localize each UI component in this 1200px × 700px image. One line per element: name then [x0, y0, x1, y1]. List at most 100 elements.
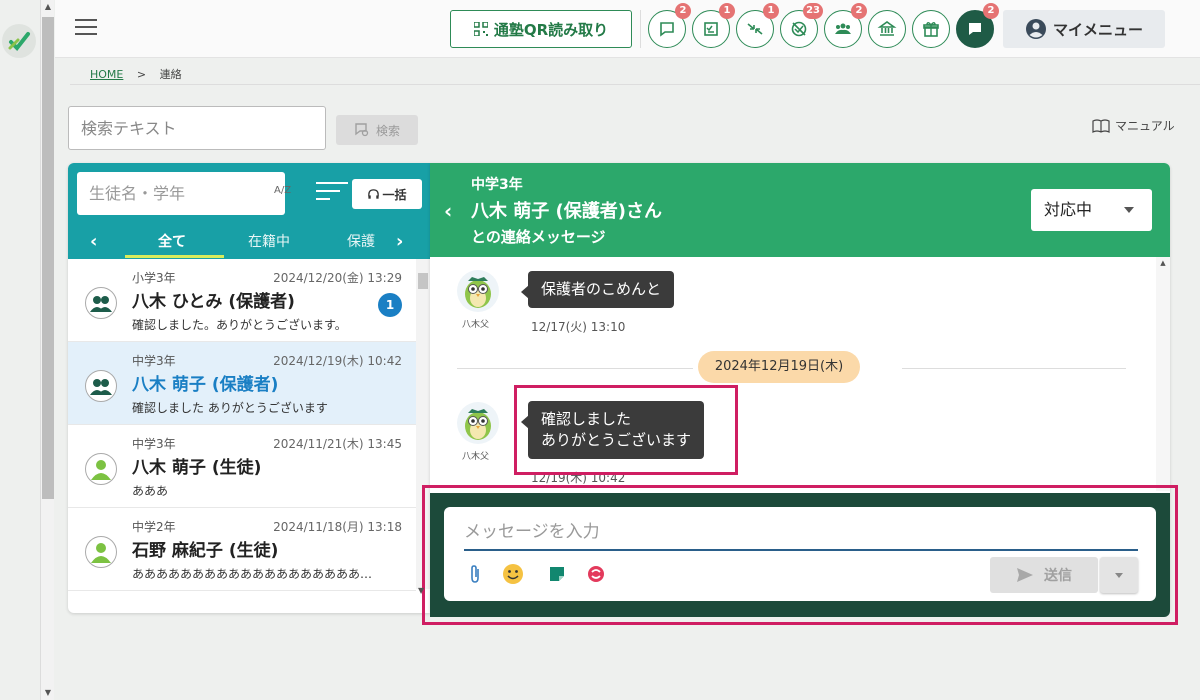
bulk-message-button[interactable]: 一括: [352, 179, 422, 209]
headset-icon: [368, 188, 380, 199]
contact-list: 小学3年 2024/12/20(金) 13:29 八木 ひとみ (保護者) 確認…: [68, 259, 416, 613]
status-dropdown[interactable]: 対応中: [1031, 189, 1152, 231]
contact-item[interactable]: 小学3年 2024/12/20(金) 13:29 八木 ひとみ (保護者) 確認…: [68, 259, 416, 342]
message-bubble: 保護者のこめんと: [520, 271, 675, 308]
scroll-up-icon[interactable]: ▲: [1156, 259, 1170, 267]
notification-badge: 2: [851, 3, 867, 19]
contact-grade: 小学3年: [132, 271, 176, 285]
my-menu-label: マイメニュー: [1052, 20, 1143, 39]
contact-preview: 確認しました。ありがとうございます。: [132, 318, 347, 332]
notification-badge: 1: [719, 3, 735, 19]
highlight-frame: [514, 385, 738, 475]
resize-caret-icon: ▼: [418, 586, 425, 595]
contact-list-panel: A/Z 一括 ‹ 全て 在籍中 保護 › 小学3年 2024/12/20(金) …: [68, 163, 430, 613]
contact-grade: 中学3年: [132, 354, 176, 368]
thread-scrollbar[interactable]: ▲: [1156, 257, 1170, 491]
app-logo-icon[interactable]: [2, 24, 36, 58]
contact-list-header: A/Z 一括 ‹ 全て 在籍中 保護 ›: [68, 163, 430, 259]
contact-grade: 中学2年: [132, 520, 176, 534]
breadcrumb-separator: >: [136, 68, 147, 81]
notification-badge: 23: [803, 3, 823, 19]
breadcrumb-current: 連絡: [159, 68, 182, 81]
sort-lines-icon[interactable]: [316, 182, 348, 204]
group-icon[interactable]: 2: [824, 3, 867, 48]
day-divider-line: [457, 368, 693, 369]
contact-name: 石野 麻紀子 (生徒): [132, 541, 279, 561]
contact-preview: あああああああああああああああああああ…: [132, 567, 373, 581]
tab-enrolled[interactable]: 在籍中: [248, 231, 290, 251]
conversation-grade: 中学3年: [471, 177, 523, 193]
student-avatar-icon: [85, 536, 117, 568]
top-header: 通塾QR読み取り 2 1 1 23 2 2 マイメニュー: [55, 0, 1200, 58]
unread-badge: 1: [378, 293, 402, 317]
tab-all[interactable]: 全て: [158, 231, 186, 251]
search-chat-icon: [355, 123, 369, 137]
qr-code-icon: [473, 22, 488, 36]
gift-icon[interactable]: [912, 10, 950, 48]
guardian-avatar-icon: [85, 287, 117, 319]
notification-badge: 1: [763, 3, 779, 19]
contact-grade: 中学3年: [132, 437, 176, 451]
checklist-icon[interactable]: 1: [692, 3, 735, 48]
day-divider-pill: 2024年12月19日(木): [698, 351, 860, 383]
qr-scan-button[interactable]: 通塾QR読み取り: [450, 10, 632, 48]
book-icon: [1092, 118, 1110, 133]
bulk-label: 一括: [382, 187, 407, 202]
day-divider-line: [902, 368, 1126, 369]
account-circle-icon: [1025, 19, 1046, 39]
page-scroll-thumb[interactable]: [42, 17, 54, 499]
search-button-label: 検索: [375, 123, 400, 138]
hamburger-menu-icon[interactable]: [75, 19, 97, 37]
contact-name: 八木 萌子 (保護者): [132, 375, 279, 395]
page-scrollbar[interactable]: ▲ ▼: [40, 0, 54, 700]
tab-next-icon[interactable]: ›: [396, 231, 403, 252]
filter-tabs: ‹ 全て 在籍中 保護 ›: [68, 225, 430, 259]
breadcrumb-home-link[interactable]: HOME: [90, 68, 123, 81]
app-rail: [0, 0, 40, 700]
az-sort-icon[interactable]: A/Z: [274, 185, 291, 196]
contact-date: 2024/12/20(金) 13:29: [273, 271, 402, 285]
owl-avatar-icon: [457, 270, 499, 312]
student-search-input[interactable]: [77, 172, 285, 215]
message-timestamp: 12/17(火) 13:10: [531, 320, 626, 334]
contact-list-scroll-thumb[interactable]: [418, 273, 428, 289]
scroll-up-icon[interactable]: ▲: [41, 0, 55, 14]
notification-badge: 2: [675, 3, 691, 19]
qr-scan-label: 通塾QR読み取り: [493, 20, 609, 39]
sender-label: 八木父: [462, 452, 490, 462]
contact-item[interactable]: 中学3年 2024/11/21(木) 13:45 八木 萌子 (生徒) あああ: [68, 425, 416, 508]
back-chevron-icon[interactable]: ‹: [444, 199, 452, 223]
conversation-header: ‹ 中学3年 八木 萌子 (保護者)さん との連絡メッセージ 対応中: [430, 163, 1170, 257]
header-divider: [640, 10, 641, 48]
owl-avatar-icon: [457, 402, 499, 444]
my-menu-button[interactable]: マイメニュー: [1003, 10, 1165, 48]
contact-preview: 確認しました ありがとうございます: [132, 401, 328, 415]
status-value: 対応中: [1044, 200, 1093, 219]
chat-bubble-icon[interactable]: 2: [648, 3, 691, 48]
contact-date: 2024/11/21(木) 13:45: [273, 437, 402, 451]
student-avatar-icon: [85, 453, 117, 485]
search-button[interactable]: 検索: [336, 115, 418, 145]
contact-name: 八木 萌子 (生徒): [132, 458, 262, 478]
tab-guardian[interactable]: 保護: [347, 231, 375, 251]
no-attendance-icon[interactable]: 23: [780, 3, 823, 48]
chevron-down-icon: [1124, 207, 1134, 213]
contact-item[interactable]: 中学2年 2024/11/18(月) 13:18 石野 麻紀子 (生徒) あああ…: [68, 508, 416, 591]
sender-label: 八木父: [462, 320, 490, 330]
guardian-avatar-icon: [85, 370, 117, 402]
notification-badge: 2: [983, 3, 999, 19]
highlight-frame: [422, 485, 1178, 625]
contact-item-selected[interactable]: 中学3年 2024/12/19(木) 10:42 八木 萌子 (保護者) 確認し…: [68, 342, 416, 425]
contact-date: 2024/11/18(月) 13:18: [273, 520, 402, 534]
search-input[interactable]: [68, 106, 326, 150]
scroll-down-icon[interactable]: ▼: [41, 686, 55, 700]
message-icon[interactable]: 2: [956, 3, 999, 48]
contact-preview: あああ: [132, 484, 169, 498]
conversation-subtitle: との連絡メッセージ: [471, 228, 606, 246]
merge-arrows-icon[interactable]: 1: [736, 3, 779, 48]
breadcrumb-divider: [70, 84, 1200, 85]
conversation-name: 八木 萌子 (保護者)さん: [471, 201, 662, 222]
bank-icon[interactable]: [868, 10, 906, 48]
tab-prev-icon[interactable]: ‹: [90, 231, 97, 252]
manual-link[interactable]: マニュアル: [1092, 117, 1175, 134]
